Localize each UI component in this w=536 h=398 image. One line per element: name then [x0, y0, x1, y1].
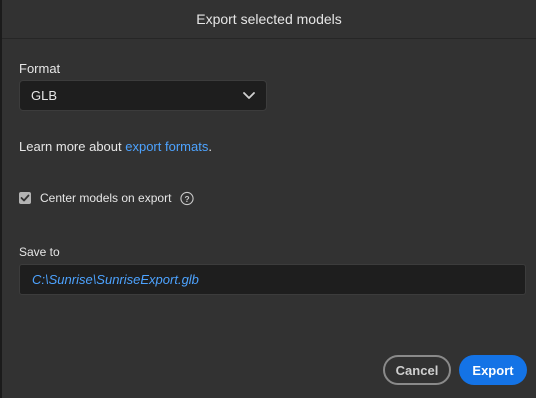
export-dialog: Export selected models Format GLB Learn … — [0, 0, 536, 398]
learn-more-suffix: . — [208, 139, 212, 154]
save-path-value: C:\Sunrise\SunriseExport.glb — [32, 272, 199, 287]
save-to-label: Save to — [19, 245, 60, 259]
dialog-titlebar: Export selected models — [2, 0, 536, 39]
center-models-checkbox[interactable] — [19, 192, 31, 204]
learn-more-prefix: Learn more about — [19, 139, 126, 154]
dialog-title: Export selected models — [196, 11, 342, 27]
svg-text:?: ? — [185, 193, 190, 203]
format-label: Format — [19, 61, 61, 76]
cancel-button[interactable]: Cancel — [383, 355, 451, 385]
export-formats-link[interactable]: export formats — [125, 139, 208, 154]
export-button[interactable]: Export — [459, 355, 527, 385]
learn-more-text: Learn more about export formats. — [19, 139, 212, 154]
chevron-down-icon — [242, 89, 256, 103]
center-models-label: Center models on export — [40, 191, 172, 205]
checkmark-icon — [20, 194, 30, 202]
center-models-row: Center models on export ? — [19, 191, 195, 205]
save-path-field[interactable]: C:\Sunrise\SunriseExport.glb — [19, 264, 526, 295]
format-dropdown[interactable]: GLB — [19, 80, 267, 111]
question-circle-icon[interactable]: ? — [180, 191, 195, 205]
format-selected-value: GLB — [31, 88, 58, 103]
